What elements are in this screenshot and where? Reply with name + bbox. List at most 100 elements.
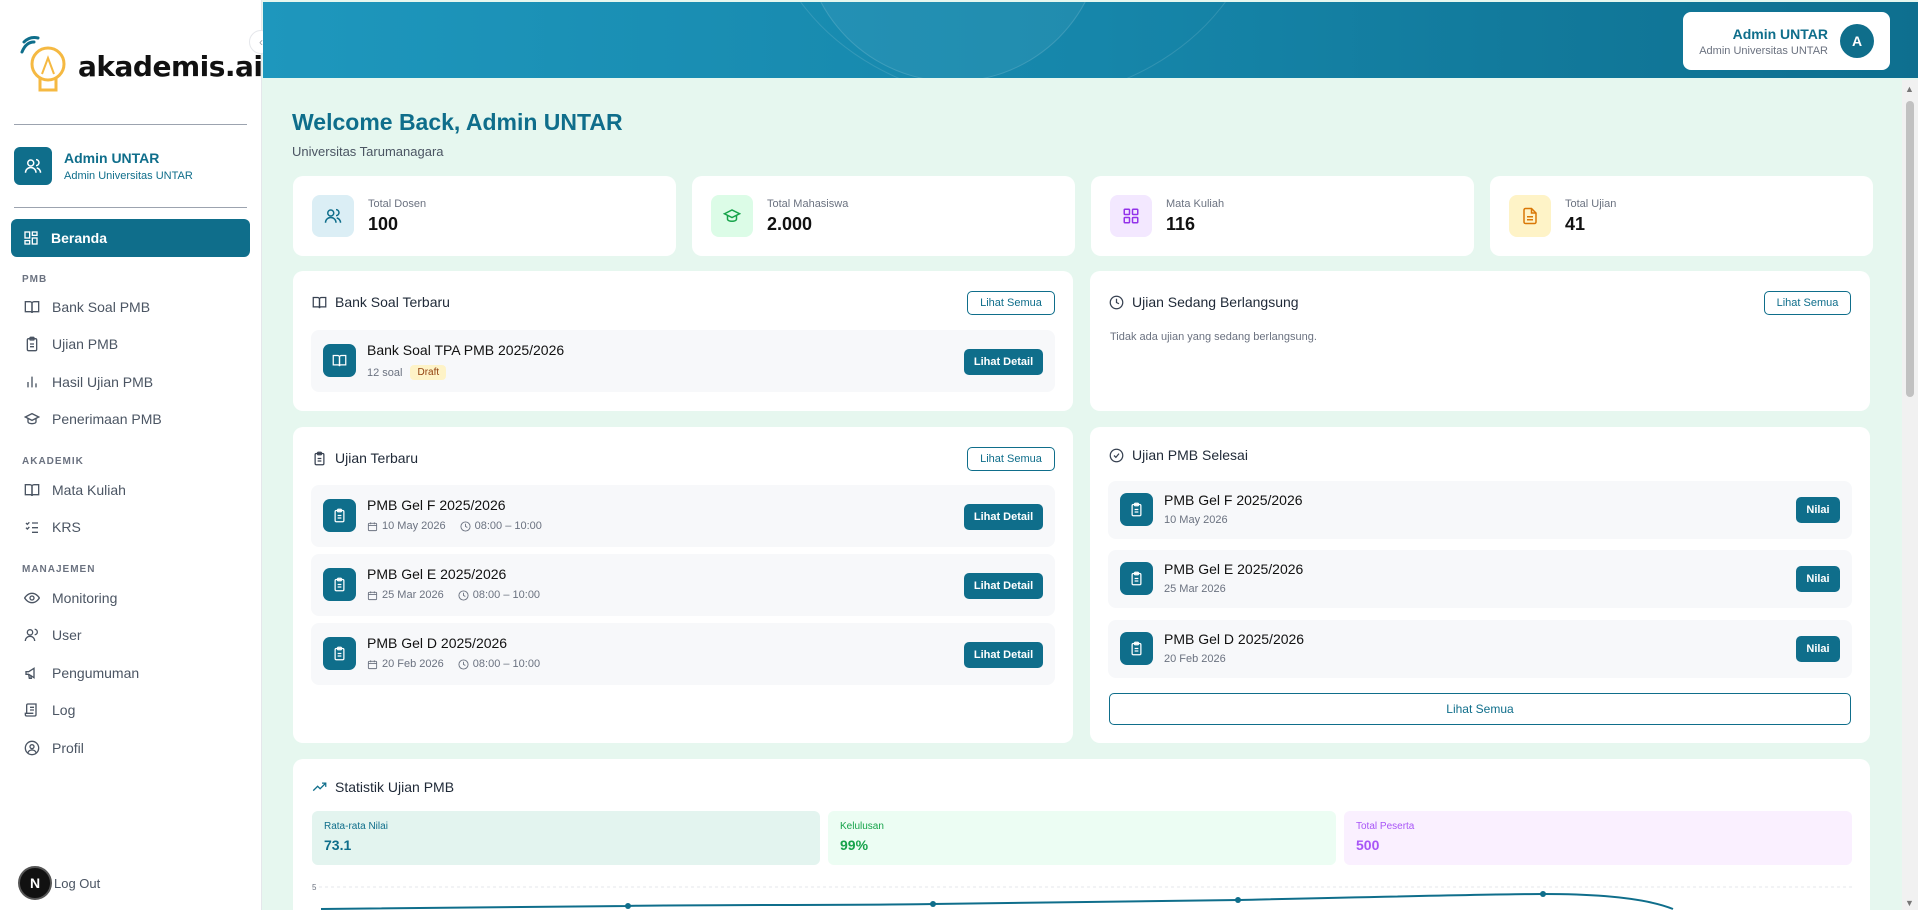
empty-state: Tidak ada ujian yang sedang berlangsung. [1110,331,1317,343]
book-icon [312,295,327,310]
item-title: PMB Gel D 2025/2026 [1164,631,1305,647]
metric-value: 73.1 [324,837,352,853]
sidebar-item-bank-soal-pmb[interactable]: Bank Soal PMB [24,299,150,315]
check-circle-icon [1109,448,1124,463]
sidebar-item-label: Ujian PMB [52,336,119,352]
data-point[interactable] [930,901,936,907]
nilai-button[interactable]: Nilai [1796,497,1840,523]
dev-badge[interactable]: N [18,866,52,900]
logo[interactable]: akademis.ai [20,34,263,98]
sidebar-user: Admin UNTAR Admin Universitas UNTAR [14,147,193,185]
eye-icon [24,590,40,606]
card-title-label: Ujian Sedang Berlangsung [1132,294,1299,310]
sidebar-item-pengumuman[interactable]: Pengumuman [24,665,139,681]
see-all-button[interactable]: Lihat Semua [1109,693,1851,725]
exam-date: 20 Feb 2026 [1164,653,1226,665]
view-detail-button[interactable]: Lihat Detail [964,349,1043,375]
item-title: Bank Soal TPA PMB 2025/2026 [367,342,565,358]
sidebar: akademis.ai Admin UNTAR Admin Universita… [0,0,263,910]
list-item[interactable]: PMB Gel F 2025/2026 10 May 2026 08:00 – … [311,485,1055,547]
calendar-icon [367,659,378,670]
list-item[interactable]: PMB Gel E 2025/2026 25 Mar 2026 Nilai [1108,550,1852,608]
exam-time: 08:00 – 10:00 [472,658,541,670]
see-all-button[interactable]: Lihat Semua [1764,291,1851,315]
item-meta: 12 soal Draft [367,365,447,380]
card-statistik: Statistik Ujian PMB Rata-rata Nilai 73.1… [293,759,1870,910]
calendar-icon [367,521,378,532]
card-title: Ujian Sedang Berlangsung [1109,294,1299,310]
sidebar-item-ujian-pmb[interactable]: Ujian PMB [24,336,118,352]
see-all-button[interactable]: Lihat Semua [967,447,1055,471]
view-detail-button[interactable]: Lihat Detail [964,642,1043,668]
scroll-down-icon[interactable]: ▼ [1905,898,1914,908]
clock-icon [460,520,471,532]
sidebar-item-profil[interactable]: Profil [24,740,84,756]
data-point[interactable] [1540,891,1546,897]
logout-button[interactable]: N Log Out [18,866,100,900]
sidebar-item-log[interactable]: Log [24,702,75,718]
metric-value: 500 [1356,837,1380,853]
list-item[interactable]: PMB Gel F 2025/2026 10 May 2026 Nilai [1108,481,1852,539]
sidebar-item-hasil-ujian-pmb[interactable]: Hasil Ujian PMB [24,374,153,390]
metric-value: 99% [840,837,869,853]
see-all-button[interactable]: Lihat Semua [967,291,1055,315]
sidebar-user-role: Admin Universitas UNTAR [64,170,193,182]
card-ujian-berlangsung: Ujian Sedang Berlangsung Lihat Semua Tid… [1090,271,1870,411]
list-item[interactable]: PMB Gel E 2025/2026 25 Mar 2026 08:00 – … [311,554,1055,616]
sidebar-item-penerimaan-pmb[interactable]: Penerimaan PMB [24,411,162,427]
item-meta: 20 Feb 2026 08:00 – 10:00 [367,658,554,670]
stat-value: 100 [368,213,399,234]
sidebar-item-krs[interactable]: KRS [24,519,81,535]
header-banner: Admin UNTAR Admin Universitas UNTAR A [263,2,1918,78]
nilai-button[interactable]: Nilai [1796,636,1840,662]
exam-date: 25 Mar 2026 [382,589,444,601]
university-name: Universitas Tarumanagara [292,144,444,159]
sidebar-item-label: KRS [52,519,81,535]
metric-rata-rata: Rata-rata Nilai 73.1 [312,811,820,865]
scroll-up-icon[interactable]: ▲ [1905,84,1914,94]
scrollbar-thumb[interactable] [1906,101,1914,397]
sidebar-item-beranda[interactable]: Beranda [11,219,250,257]
stat-label: Total Mahasiswa [767,197,849,210]
stat-value: 2.000 [767,213,813,234]
user-circle-icon [24,740,40,756]
calendar-icon [367,590,378,601]
item-title: PMB Gel E 2025/2026 [367,566,507,582]
card-title-label: Bank Soal Terbaru [335,294,450,310]
data-point[interactable] [625,903,631,909]
view-detail-button[interactable]: Lihat Detail [964,573,1043,599]
stat-card-ujian: Total Ujian 41 [1490,176,1873,256]
megaphone-icon [24,665,40,681]
divider [14,124,247,125]
clock-icon [1109,295,1124,310]
dashboard-icon [23,230,39,246]
sidebar-item-user[interactable]: User [24,627,82,643]
list-item[interactable]: PMB Gel D 2025/2026 20 Feb 2026 08:00 – … [311,623,1055,685]
section-manajemen: MANAJEMEN [22,564,96,575]
divider [14,207,247,208]
card-title-label: Ujian PMB Selesai [1132,447,1248,463]
clipboard-icon [323,637,356,670]
list-item[interactable]: PMB Gel D 2025/2026 20 Feb 2026 Nilai [1108,620,1852,678]
item-meta: 25 Mar 2026 08:00 – 10:00 [367,589,554,601]
nilai-button[interactable]: Nilai [1796,566,1840,592]
card-title: Bank Soal Terbaru [312,294,450,310]
card-title: Statistik Ujian PMB [312,779,454,795]
item-meta: 10 May 2026 08:00 – 10:00 [367,520,556,532]
header-user-card[interactable]: Admin UNTAR Admin Universitas UNTAR A [1683,12,1890,70]
stat-label: Total Ujian [1565,197,1617,210]
view-detail-button[interactable]: Lihat Detail [964,504,1043,530]
book-icon [323,344,356,377]
sidebar-item-label: Log [52,702,76,718]
list-item[interactable]: Bank Soal TPA PMB 2025/2026 12 soal Draf… [311,330,1055,392]
card-title-label: Ujian Terbaru [335,450,419,466]
exam-time: 08:00 – 10:00 [474,520,542,532]
item-title: PMB Gel F 2025/2026 [1164,492,1303,508]
data-point[interactable] [1235,897,1241,903]
sidebar-item-label: Pengumuman [52,665,140,681]
book-icon [24,299,40,315]
sidebar-item-mata-kuliah[interactable]: Mata Kuliah [24,482,126,498]
item-title: PMB Gel F 2025/2026 [367,497,506,513]
avatar[interactable]: A [1840,24,1874,58]
sidebar-item-monitoring[interactable]: Monitoring [24,590,117,606]
